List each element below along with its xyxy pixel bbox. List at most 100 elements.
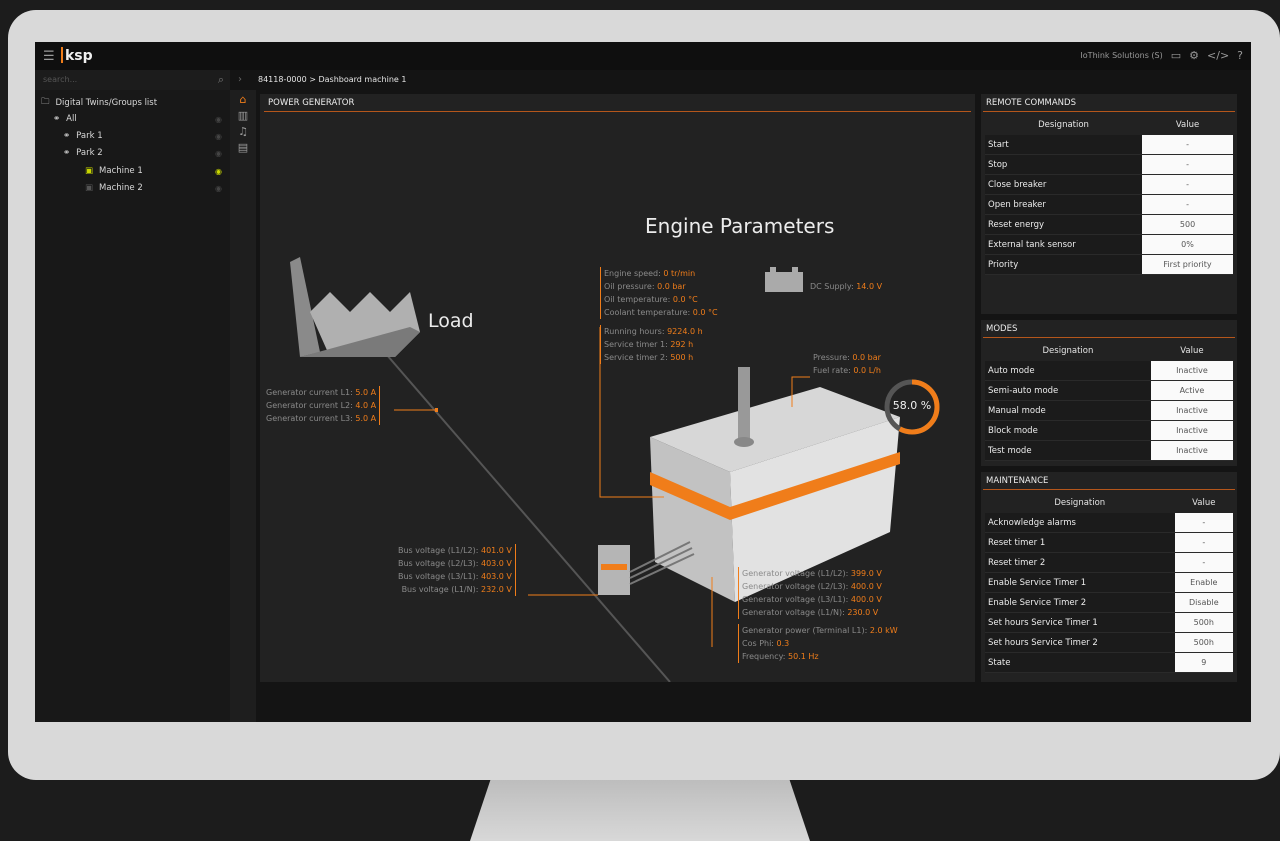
- group-icon: ⚭: [53, 114, 61, 124]
- param-row: Generator current L2: 4.0 A: [266, 401, 377, 410]
- value-field[interactable]: Inactive: [1150, 361, 1233, 381]
- row-label: Stop: [985, 154, 1143, 175]
- monitor-icon[interactable]: ▭: [1171, 49, 1181, 62]
- value-field[interactable]: -: [1142, 154, 1233, 175]
- sidebar-item-machine2[interactable]: ▣ Machine 2 ◉: [85, 183, 228, 193]
- sidebar: 🗀 Digital Twins/Groups list ⚭ All ◉ ⚭ Pa…: [35, 90, 230, 722]
- value-field[interactable]: Inactive: [1150, 420, 1233, 441]
- param-row: Generator voltage (L3/L1): 400.0 V: [742, 595, 882, 604]
- bus-voltage-params: Bus voltage (L1/L2): 401.0 V Bus voltage…: [398, 544, 516, 596]
- eye-icon[interactable]: ◉: [215, 149, 222, 158]
- table-row: Stop -: [985, 154, 1233, 175]
- eye-icon[interactable]: ◉: [215, 167, 222, 176]
- group-icon: ⚭: [63, 131, 71, 141]
- code-icon[interactable]: </>: [1207, 49, 1229, 62]
- table-row: Start -: [985, 135, 1233, 155]
- sidebar-item-park2[interactable]: ⚭ Park 2 ◉: [63, 148, 228, 158]
- param-row: Oil temperature: 0.0 °C: [604, 295, 698, 304]
- modes-table: Designation Value Auto mode Inactive Semi-…: [985, 341, 1233, 461]
- home-icon[interactable]: ⌂: [230, 93, 256, 106]
- sidebar-item-machine1[interactable]: ▣ Machine 1 ◉: [85, 166, 228, 176]
- value-field[interactable]: 500h: [1174, 612, 1233, 633]
- value-field[interactable]: First priority: [1142, 254, 1233, 275]
- chart-icon[interactable]: ▥: [230, 109, 256, 122]
- table-row: Close breaker -: [985, 174, 1233, 195]
- row-label: Acknowledge alarms: [985, 513, 1175, 533]
- row-label: Set hours Service Timer 2: [985, 632, 1175, 653]
- breadcrumb-bar: › 84118-0000 > Dashboard machine 1: [230, 70, 1251, 90]
- load-title: Load: [428, 310, 474, 332]
- value-field[interactable]: -: [1174, 513, 1233, 533]
- param-row: Bus voltage (L1/L2): 401.0 V: [398, 546, 512, 555]
- table-row: Set hours Service Timer 2 500h: [985, 632, 1233, 653]
- param-row: Service timer 2: 500 h: [604, 353, 694, 362]
- value-field[interactable]: -: [1174, 532, 1233, 553]
- param-row: Pressure: 0.0 bar: [813, 353, 881, 362]
- chevron-right-icon[interactable]: ›: [238, 74, 242, 85]
- help-icon[interactable]: ?: [1237, 49, 1243, 62]
- value-field[interactable]: Active: [1150, 380, 1233, 401]
- folder-icon: 🗀: [41, 97, 50, 107]
- search-icon[interactable]: ⌕: [218, 73, 224, 87]
- eye-icon[interactable]: ◉: [215, 115, 222, 124]
- value-field[interactable]: Disable: [1174, 592, 1233, 613]
- table-row: Acknowledge alarms -: [985, 513, 1233, 533]
- table-row: State 9: [985, 652, 1233, 673]
- param-row: Generator current L3: 5.0 A: [266, 414, 377, 423]
- table-row: External tank sensor 0%: [985, 234, 1233, 255]
- table-row: Auto mode Inactive: [985, 361, 1233, 381]
- search-bar[interactable]: search... ⌕: [35, 70, 230, 90]
- row-label: Manual mode: [985, 400, 1151, 421]
- settings-icon[interactable]: ⚙: [1189, 49, 1199, 62]
- value-field[interactable]: 500: [1142, 214, 1233, 235]
- row-label: Open breaker: [985, 194, 1143, 215]
- bell-icon[interactable]: ♫: [230, 125, 256, 138]
- table-row: Priority First priority: [985, 254, 1233, 275]
- breadcrumb[interactable]: 84118-0000 > Dashboard machine 1: [258, 75, 406, 84]
- value-field[interactable]: -: [1142, 194, 1233, 215]
- value-field[interactable]: 500h: [1174, 632, 1233, 653]
- row-label: Semi-auto mode: [985, 380, 1151, 401]
- eye-icon[interactable]: ◉: [215, 132, 222, 141]
- group-icon: ⚭: [63, 148, 71, 158]
- machine-icon: ▣: [85, 166, 94, 176]
- account-label[interactable]: IoThink Solutions (S): [1080, 51, 1162, 60]
- remote-commands-panel: REMOTE COMMANDS Designation Value Start - …: [981, 94, 1237, 314]
- sidebar-item-all[interactable]: ⚭ All ◉: [53, 114, 228, 124]
- panel-title: MODES: [983, 320, 1235, 338]
- row-label: Reset energy: [985, 214, 1143, 235]
- modes-panel: MODES Designation Value Auto mode Inactive…: [981, 320, 1237, 466]
- table-row: Reset timer 1-: [985, 532, 1233, 553]
- column-header: Value: [1192, 498, 1216, 508]
- value-field[interactable]: -: [1142, 174, 1233, 195]
- param-row: Frequency: 50.1 Hz: [742, 652, 819, 661]
- param-row: Bus voltage (L3/L1): 403.0 V: [398, 572, 512, 581]
- table-row: Block mode Inactive: [985, 420, 1233, 441]
- row-label: Set hours Service Timer 1: [985, 612, 1175, 633]
- row-label: Block mode: [985, 420, 1151, 441]
- power-generator-panel: POWER GENERATOR Engine Parameters Load E…: [260, 94, 975, 682]
- value-field[interactable]: Inactive: [1150, 400, 1233, 421]
- row-label: State: [985, 652, 1175, 673]
- maintenance-table: Designation Value Acknowledge alarms - Res…: [985, 493, 1233, 673]
- param-row: Coolant temperature: 0.0 °C: [604, 308, 718, 317]
- value-field[interactable]: -: [1142, 135, 1233, 155]
- row-label: Enable Service Timer 2: [985, 592, 1175, 613]
- value-field[interactable]: 9: [1174, 652, 1233, 673]
- value-field[interactable]: Inactive: [1150, 440, 1233, 461]
- sidebar-header[interactable]: 🗀 Digital Twins/Groups list: [41, 96, 157, 110]
- sidebar-item-park1[interactable]: ⚭ Park 1 ◉: [63, 131, 228, 141]
- maintenance-panel: MAINTENANCE Designation Value Acknowledge…: [981, 472, 1237, 682]
- search-input[interactable]: search...: [43, 75, 77, 84]
- param-row: Bus voltage (L1/N): 232.0 V: [401, 585, 512, 594]
- value-field[interactable]: -: [1174, 552, 1233, 573]
- menu-icon[interactable]: ☰: [43, 49, 55, 64]
- report-icon[interactable]: ▤: [230, 141, 256, 154]
- row-label: Start: [985, 135, 1143, 155]
- value-field[interactable]: 0%: [1142, 234, 1233, 255]
- value-field[interactable]: Enable: [1174, 572, 1233, 593]
- eye-icon[interactable]: ◉: [215, 184, 222, 193]
- service-params: Running hours: 9224.0 h Service timer 1:…: [600, 325, 703, 364]
- gauge-value: 58.0 %: [892, 399, 932, 412]
- row-label: Auto mode: [985, 361, 1151, 381]
